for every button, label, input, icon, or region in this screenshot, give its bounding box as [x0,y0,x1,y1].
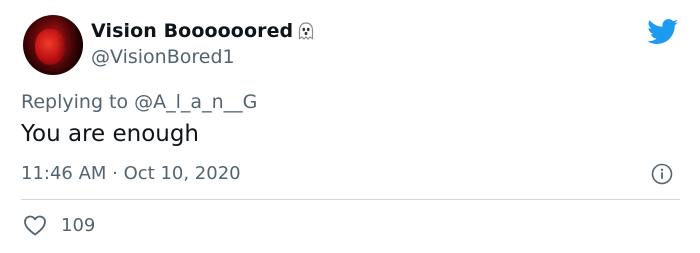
divider [21,199,680,200]
info-icon[interactable] [651,163,673,185]
author-name-row: Vision Boooooored [91,20,314,42]
twitter-bird-icon[interactable] [647,19,679,45]
replying-prefix: Replying to [21,91,135,113]
replying-to: Replying to @A_l_a_n__G [21,91,257,113]
avatar[interactable] [23,15,83,75]
display-name[interactable]: Vision Boooooored [91,20,293,42]
tweet-text: You are enough [21,121,200,147]
heart-icon[interactable] [23,214,47,236]
tweet-timestamp[interactable]: 11:46 AM · Oct 10, 2020 [21,163,241,184]
avatar-shade [57,15,83,75]
like-action[interactable]: 109 [23,214,95,236]
replying-to-mention[interactable]: @A_l_a_n__G [134,91,257,113]
ghost-icon [298,22,314,40]
tweet-card: Vision Boooooored @VisionBored1 Replying… [0,0,700,253]
user-handle[interactable]: @VisionBored1 [91,46,235,68]
like-count: 109 [61,214,96,236]
